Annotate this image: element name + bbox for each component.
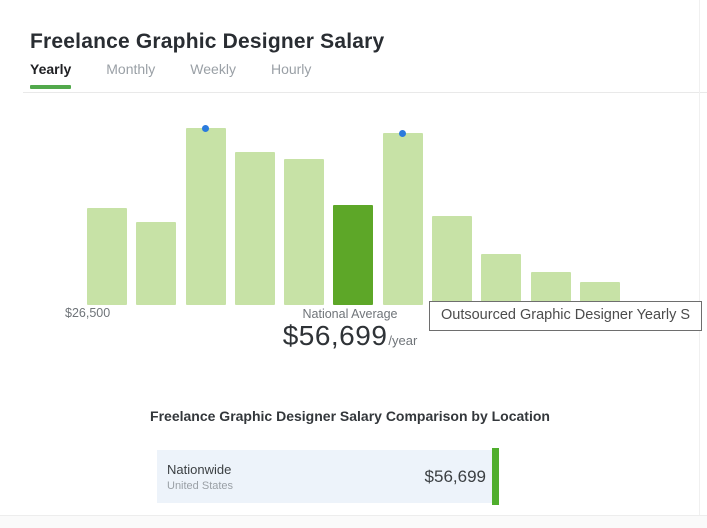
comparison-row-nationwide[interactable]: Nationwide United States $56,699 xyxy=(157,450,492,503)
card-right-border xyxy=(699,0,700,515)
salary-page: Freelance Graphic Designer Salary Yearly… xyxy=(0,0,707,528)
tooltip-text: Outsourced Graphic Designer Yearly S xyxy=(441,307,691,323)
row-location-block: Nationwide United States xyxy=(167,462,233,492)
row-location: Nationwide xyxy=(167,461,232,477)
comparison-rows: Nationwide United States $56,699 xyxy=(0,0,707,528)
row-salary-indicator xyxy=(492,448,499,505)
hover-tooltip: Outsourced Graphic Designer Yearly S xyxy=(429,301,703,331)
bottom-strip xyxy=(0,515,707,528)
row-salary: $56,699 xyxy=(424,466,486,486)
row-sublocation: United States xyxy=(167,479,234,492)
